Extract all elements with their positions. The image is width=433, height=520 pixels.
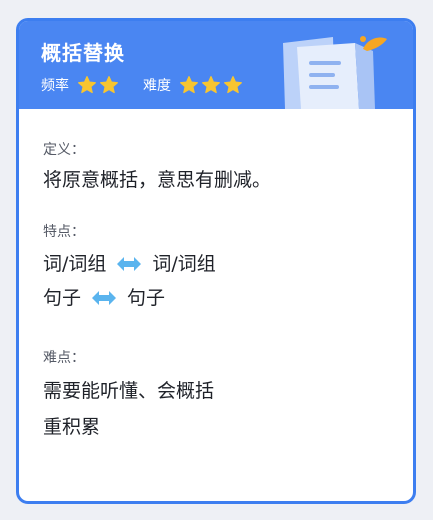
features-label: 特点： xyxy=(43,224,85,240)
difficulty-stars xyxy=(179,75,243,95)
card-header: 概括替换 频率 难度 xyxy=(19,21,413,109)
star-icon xyxy=(201,75,221,95)
feature-left-2: 句子 xyxy=(43,287,82,309)
difficulty-line-2: 重积累 xyxy=(43,416,101,438)
frequency-label: 频率 xyxy=(41,78,69,94)
double-arrow-icon xyxy=(91,290,117,306)
feature-right-1: 词/词组 xyxy=(152,253,216,275)
feature-row-1: 词/词组 词/词组 xyxy=(43,247,389,281)
difficulty-section-label: 难点： xyxy=(43,350,85,366)
card: 概括替换 频率 难度 定义： 将原意概括，意思有删减。 特点： 词/词组 词/词… xyxy=(16,18,416,504)
star-icon xyxy=(77,75,97,95)
rating-row: 频率 难度 xyxy=(41,75,267,95)
difficulty-label: 难度 xyxy=(143,78,171,94)
document-illustration-icon xyxy=(283,36,387,109)
star-icon xyxy=(99,75,119,95)
frequency-stars xyxy=(77,75,119,95)
card-body: 定义： 将原意概括，意思有删减。 特点： 词/词组 词/词组 句子 句子 难点： xyxy=(19,109,413,445)
definition-label: 定义： xyxy=(43,142,85,158)
definition-text: 将原意概括，意思有删减。 xyxy=(43,169,272,191)
double-arrow-icon xyxy=(116,256,142,272)
difficulty-line-1: 需要能听懂、会概括 xyxy=(43,380,215,402)
feature-right-2: 句子 xyxy=(127,287,166,309)
star-icon xyxy=(179,75,199,95)
feature-left-1: 词/词组 xyxy=(43,253,107,275)
star-icon xyxy=(223,75,243,95)
card-title: 概括替换 xyxy=(41,41,125,65)
feature-row-2: 句子 句子 xyxy=(43,281,389,315)
